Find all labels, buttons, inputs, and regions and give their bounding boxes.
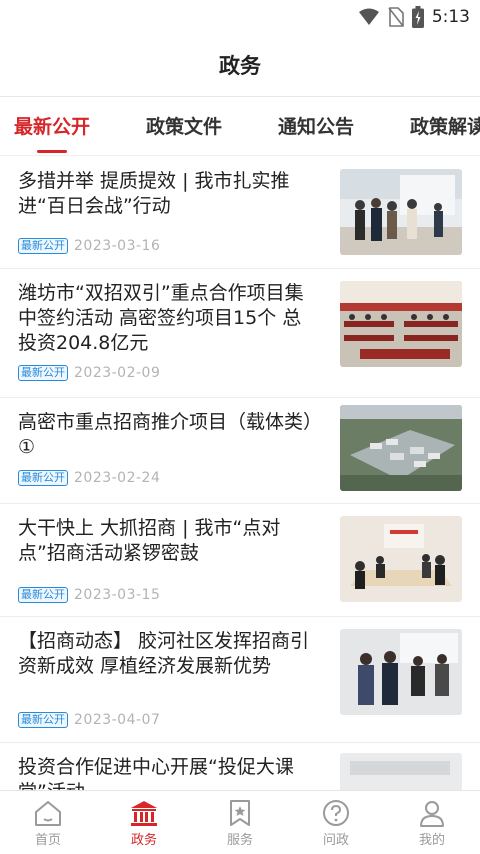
nav-government[interactable]: 政务	[96, 791, 192, 854]
category-badge: 最新公开	[18, 470, 68, 486]
clock: 5:13	[431, 7, 470, 27]
nav-label: 问政	[322, 833, 349, 848]
article-thumbnail	[340, 281, 462, 367]
article-thumbnail	[340, 629, 462, 715]
tab-label: 政策解读	[410, 116, 480, 138]
article-thumbnail	[340, 405, 462, 491]
tab-notices[interactable]: 通知公告	[278, 97, 354, 155]
bookmark-star-icon	[230, 800, 250, 826]
list-item[interactable]: 大干快上 大抓招商 | 我市“点对点”招商活动紧锣密鼓 最新公开 2023-03…	[0, 504, 480, 617]
nav-label: 我的	[418, 833, 445, 848]
category-badge: 最新公开	[18, 712, 68, 728]
article-title: 大干快上 大抓招商 | 我市“点对点”招商活动紧锣密鼓	[18, 517, 281, 564]
tab-policy-interpretation[interactable]: 政策解读	[410, 97, 480, 155]
page-title: 政务	[219, 54, 261, 78]
category-badge: 最新公开	[18, 365, 68, 381]
article-date: 2023-04-07	[74, 712, 161, 728]
list-item[interactable]: 高密市重点招商推介项目（载体类）① 最新公开 2023-02-24	[0, 398, 480, 504]
article-list[interactable]: 多措并举 提质提效 | 我市扎实推进“百日会战”行动 最新公开 2023-03-…	[0, 156, 480, 790]
nav-label: 首页	[34, 833, 61, 848]
nav-label: 服务	[226, 833, 253, 848]
status-icons: 5:13	[358, 6, 470, 28]
article-meta: 最新公开 2023-02-09	[18, 365, 160, 381]
nav-services[interactable]: 服务	[192, 791, 288, 854]
article-title: 投资合作促进中心开展“投促大课堂”活动	[18, 756, 294, 790]
question-circle-icon	[323, 800, 349, 826]
government-building-icon	[131, 801, 157, 826]
article-title: 高密市重点招商推介项目（载体类）①	[18, 411, 313, 458]
nav-label: 政务	[130, 833, 157, 848]
no-sim-icon	[388, 7, 404, 27]
wifi-icon	[358, 8, 379, 25]
article-date: 2023-02-24	[74, 470, 161, 486]
battery-icon	[411, 6, 424, 28]
nav-home[interactable]: 首页	[0, 791, 96, 854]
tab-label: 政策文件	[146, 116, 223, 138]
tab-label: 通知公告	[278, 116, 355, 138]
article-date: 2023-03-15	[74, 587, 161, 603]
article-title: 【招商动态】 胶河社区发挥招商引资新成效 厚植经济发展新优势	[18, 630, 310, 677]
article-meta: 最新公开 2023-04-07	[18, 712, 160, 728]
article-title: 多措并举 提质提效 | 我市扎实推进“百日会战”行动	[18, 170, 290, 217]
list-item[interactable]: 多措并举 提质提效 | 我市扎实推进“百日会战”行动 最新公开 2023-03-…	[0, 156, 480, 269]
status-bar: 5:13	[0, 0, 480, 34]
person-icon	[420, 801, 444, 827]
article-title: 潍坊市“双招双引”重点合作项目集中签约活动 高密签约项目15个 总投资204.8…	[18, 282, 304, 354]
active-tab-indicator	[37, 150, 67, 153]
page-header: 政务	[0, 34, 480, 97]
bottom-navigation: 首页 政务 服务 问政 我的	[0, 790, 480, 854]
article-meta: 最新公开 2023-03-16	[18, 238, 160, 254]
article-meta: 最新公开 2023-02-24	[18, 470, 160, 486]
category-badge: 最新公开	[18, 587, 68, 603]
category-badge: 最新公开	[18, 238, 68, 254]
nav-inquiry[interactable]: 问政	[288, 791, 384, 854]
list-item[interactable]: 潍坊市“双招双引”重点合作项目集中签约活动 高密签约项目15个 总投资204.8…	[0, 269, 480, 398]
category-tabs: 最新公开 政策文件 通知公告 政策解读	[0, 97, 480, 156]
tab-policy-documents[interactable]: 政策文件	[146, 97, 222, 155]
article-date: 2023-02-09	[74, 365, 161, 381]
tab-latest[interactable]: 最新公开	[14, 97, 90, 155]
home-icon	[35, 801, 61, 826]
article-thumbnail	[340, 169, 462, 255]
article-date: 2023-03-16	[74, 238, 161, 254]
article-thumbnail	[340, 516, 462, 602]
list-item[interactable]: 【招商动态】 胶河社区发挥招商引资新成效 厚植经济发展新优势 最新公开 2023…	[0, 617, 480, 743]
article-thumbnail	[340, 753, 462, 790]
tab-label: 最新公开	[14, 116, 91, 138]
nav-profile[interactable]: 我的	[384, 791, 480, 854]
article-meta: 最新公开 2023-03-15	[18, 587, 160, 603]
list-item[interactable]: 投资合作促进中心开展“投促大课堂”活动	[0, 743, 480, 790]
